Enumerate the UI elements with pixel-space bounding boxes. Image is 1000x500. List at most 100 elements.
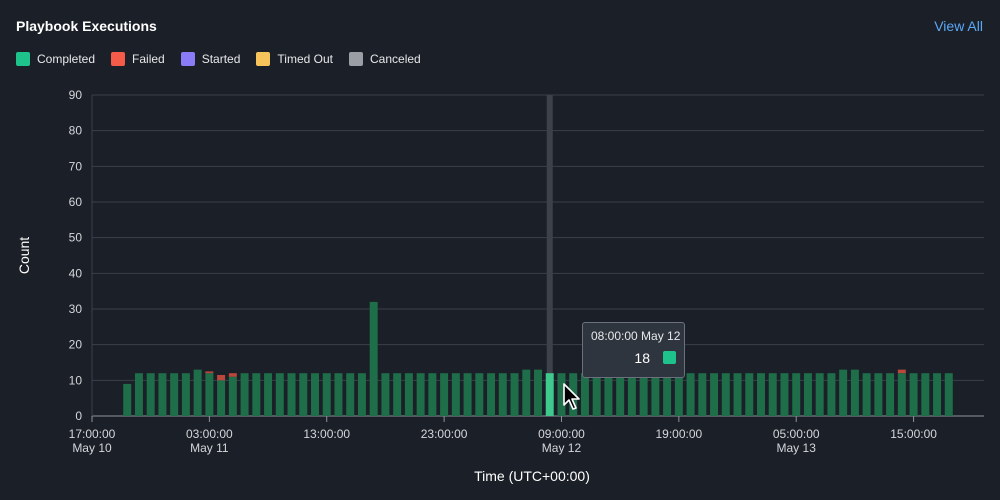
bar-completed	[921, 373, 930, 416]
bar-completed	[792, 373, 801, 416]
bar-completed	[757, 373, 765, 416]
bar-failed	[228, 373, 237, 377]
bar-completed	[463, 373, 472, 416]
bar-failed	[897, 369, 906, 374]
bar-completed	[451, 373, 460, 416]
bar-completed	[710, 373, 719, 416]
bar-completed	[874, 373, 883, 416]
bar-completed	[534, 369, 542, 416]
bar-completed	[651, 373, 660, 416]
bar-completed	[487, 373, 496, 416]
bar-completed	[357, 373, 366, 416]
bar-completed	[498, 373, 507, 416]
bar-completed	[299, 373, 308, 416]
y-tick-label: 10	[69, 373, 83, 387]
y-tick-label: 20	[69, 338, 83, 352]
x-tick-label: 17:00:00	[69, 427, 116, 441]
y-tick-label: 0	[75, 409, 82, 423]
bar-completed	[205, 373, 214, 416]
bar-completed	[721, 373, 730, 416]
bar-completed	[346, 373, 355, 416]
x-axis-title: Time (UTC+00:00)	[474, 468, 590, 484]
bar-completed	[522, 369, 531, 416]
bar-completed	[158, 373, 167, 416]
bar-completed	[287, 373, 296, 416]
bar-completed	[311, 373, 319, 416]
bar-completed	[475, 373, 484, 416]
bar-completed	[686, 373, 695, 416]
bar-completed	[592, 373, 601, 416]
bar-completed	[839, 369, 848, 416]
bar-completed	[193, 369, 202, 416]
y-tick-label: 70	[69, 159, 83, 173]
bar-completed	[545, 373, 554, 416]
chart-tooltip: 08:00:00 May 12 18	[582, 322, 685, 378]
bar-completed	[510, 373, 519, 416]
bar-completed	[604, 373, 613, 416]
executions-bar-chart: 0 10 20 30 40 50 60 70 80 90 17:00:00May 10 03:00:0…	[16, 88, 984, 484]
bar-completed	[944, 373, 953, 416]
bar-completed	[674, 373, 683, 416]
bar-completed	[252, 373, 261, 416]
bar-completed	[933, 373, 942, 416]
bar-completed	[663, 373, 672, 416]
x-tick-label: 05:00:00	[773, 427, 820, 441]
bar-completed	[275, 373, 284, 416]
bar-completed	[440, 373, 449, 416]
bar-completed	[181, 373, 190, 416]
bar-completed	[733, 373, 742, 416]
bar-completed	[780, 373, 789, 416]
bar-failed	[217, 374, 226, 381]
y-tick-label: 60	[69, 195, 83, 209]
bar-completed	[909, 373, 918, 416]
x-tick-label: 09:00:00	[538, 427, 585, 441]
bar-completed	[616, 373, 625, 416]
bar-completed	[768, 373, 777, 416]
tooltip-time: 08:00:00 May 12	[591, 329, 681, 343]
bar-completed	[393, 373, 402, 416]
bar-completed	[404, 373, 413, 416]
bar-completed	[369, 301, 378, 416]
bar-completed	[264, 373, 273, 416]
mouse-pointer-icon	[563, 383, 580, 410]
bar-completed	[428, 373, 437, 416]
playbook-executions-panel: Playbook Executions View All Completed F…	[0, 0, 1000, 500]
y-tick-label: 80	[69, 124, 83, 138]
bar-completed	[217, 380, 226, 416]
x-tick-label: 03:00:00	[186, 427, 233, 441]
bar-completed	[850, 369, 859, 416]
y-tick-label: 90	[69, 88, 83, 102]
y-axis-title: Count	[16, 237, 32, 274]
tooltip-value: 18	[634, 350, 650, 366]
bar-completed	[240, 373, 249, 416]
tooltip-swatch-completed	[663, 351, 676, 364]
x-tick-date-label: May 12	[542, 441, 582, 455]
bar-completed	[745, 373, 754, 416]
bar-completed	[123, 383, 132, 416]
bar-completed	[580, 373, 589, 416]
bar-completed	[815, 373, 824, 416]
bar-completed	[862, 373, 871, 416]
bar-completed	[803, 373, 812, 416]
bar-completed	[886, 373, 895, 416]
bar-failed	[205, 371, 214, 374]
x-tick-label: 13:00:00	[303, 427, 350, 441]
bar-completed	[170, 373, 179, 416]
bar-completed	[698, 373, 707, 416]
bar-completed	[381, 373, 390, 416]
bar-completed	[228, 376, 237, 416]
bar-completed	[134, 373, 143, 416]
x-tick-date-label: May 10	[72, 441, 112, 455]
y-tick-label: 50	[69, 231, 83, 245]
bar-completed	[146, 373, 155, 416]
x-tick-date-label: May 11	[190, 441, 229, 455]
x-tick-label: 19:00:00	[655, 427, 702, 441]
bar-completed	[416, 373, 425, 416]
x-tick-label: 23:00:00	[421, 427, 468, 441]
x-tick-label: 15:00:00	[890, 427, 937, 441]
y-tick-label: 40	[69, 266, 83, 280]
bar-completed	[322, 373, 331, 416]
bar-completed	[897, 373, 906, 416]
bar-completed	[334, 373, 343, 416]
x-tick-date-label: May 13	[777, 441, 817, 455]
